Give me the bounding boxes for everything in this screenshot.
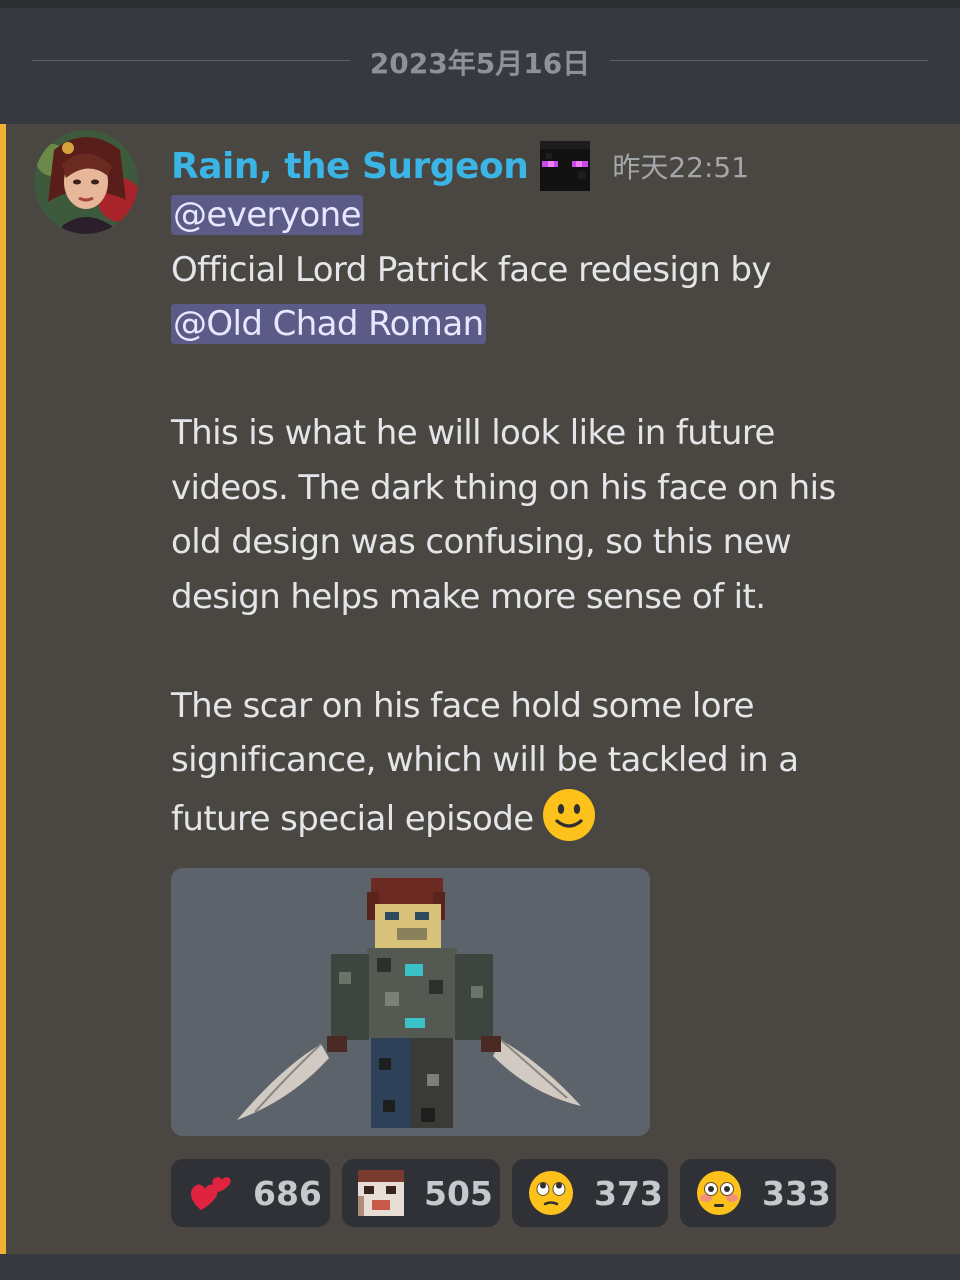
mention-user-line: @Old Chad Roman: [171, 297, 911, 352]
mention-everyone[interactable]: @everyone: [171, 195, 363, 235]
slight-smile-emoji-icon: [542, 788, 596, 842]
paragraph-1: This is what he will look like in future…: [171, 413, 836, 617]
reaction-count: 686: [253, 1173, 322, 1213]
mention-user[interactable]: @Old Chad Roman: [171, 304, 486, 344]
reaction-count: 373: [594, 1173, 663, 1213]
message-timestamp[interactable]: 昨天22:51: [612, 146, 749, 186]
intro-line: Official Lord Patrick face redesign by: [171, 249, 772, 290]
mention-line: @everyone: [171, 188, 911, 243]
flushed-face-icon: [696, 1170, 742, 1216]
date-divider: 2023年5月16日: [0, 8, 960, 124]
top-strip: [0, 0, 960, 8]
author-name[interactable]: Rain, the Surgeon: [171, 146, 529, 187]
divider-line-right: [610, 60, 928, 61]
paragraph-2: The scar on his face hold some lore sign…: [171, 685, 799, 839]
bottom-strip: [0, 1254, 960, 1280]
divider-line-left: [32, 60, 350, 61]
reaction-count: 333: [762, 1173, 831, 1213]
two-hearts-icon: [187, 1170, 233, 1216]
message-content: @everyone Official Lord Patrick face red…: [171, 188, 911, 846]
paragraph-2-line: The scar on his face hold some lore sign…: [171, 679, 911, 847]
reaction-custom-face[interactable]: 505: [342, 1159, 500, 1227]
reaction-count: 505: [424, 1173, 493, 1213]
reaction-flushed[interactable]: 333: [680, 1159, 836, 1227]
image-attachment[interactable]: [171, 868, 650, 1136]
reactions-bar: 686 505 373 333: [171, 1159, 848, 1227]
date-label: 2023年5月16日: [369, 47, 591, 80]
rolling-eyes-face-icon: [528, 1170, 574, 1216]
reaction-two-hearts[interactable]: 686: [171, 1159, 330, 1227]
message[interactable]: Rain, the Surgeon 昨天22:51 @everyone Offi…: [0, 124, 960, 1254]
reaction-rolling-eyes[interactable]: 373: [512, 1159, 668, 1227]
enderman-role-icon[interactable]: [540, 141, 591, 191]
message-header: Rain, the Surgeon 昨天22:51: [171, 136, 749, 196]
minecraft-character-render-icon: [171, 868, 650, 1136]
custom-face-emoji-icon: [358, 1170, 404, 1216]
avatar[interactable]: [34, 130, 138, 234]
mention-highlight-bar: [0, 124, 6, 1254]
